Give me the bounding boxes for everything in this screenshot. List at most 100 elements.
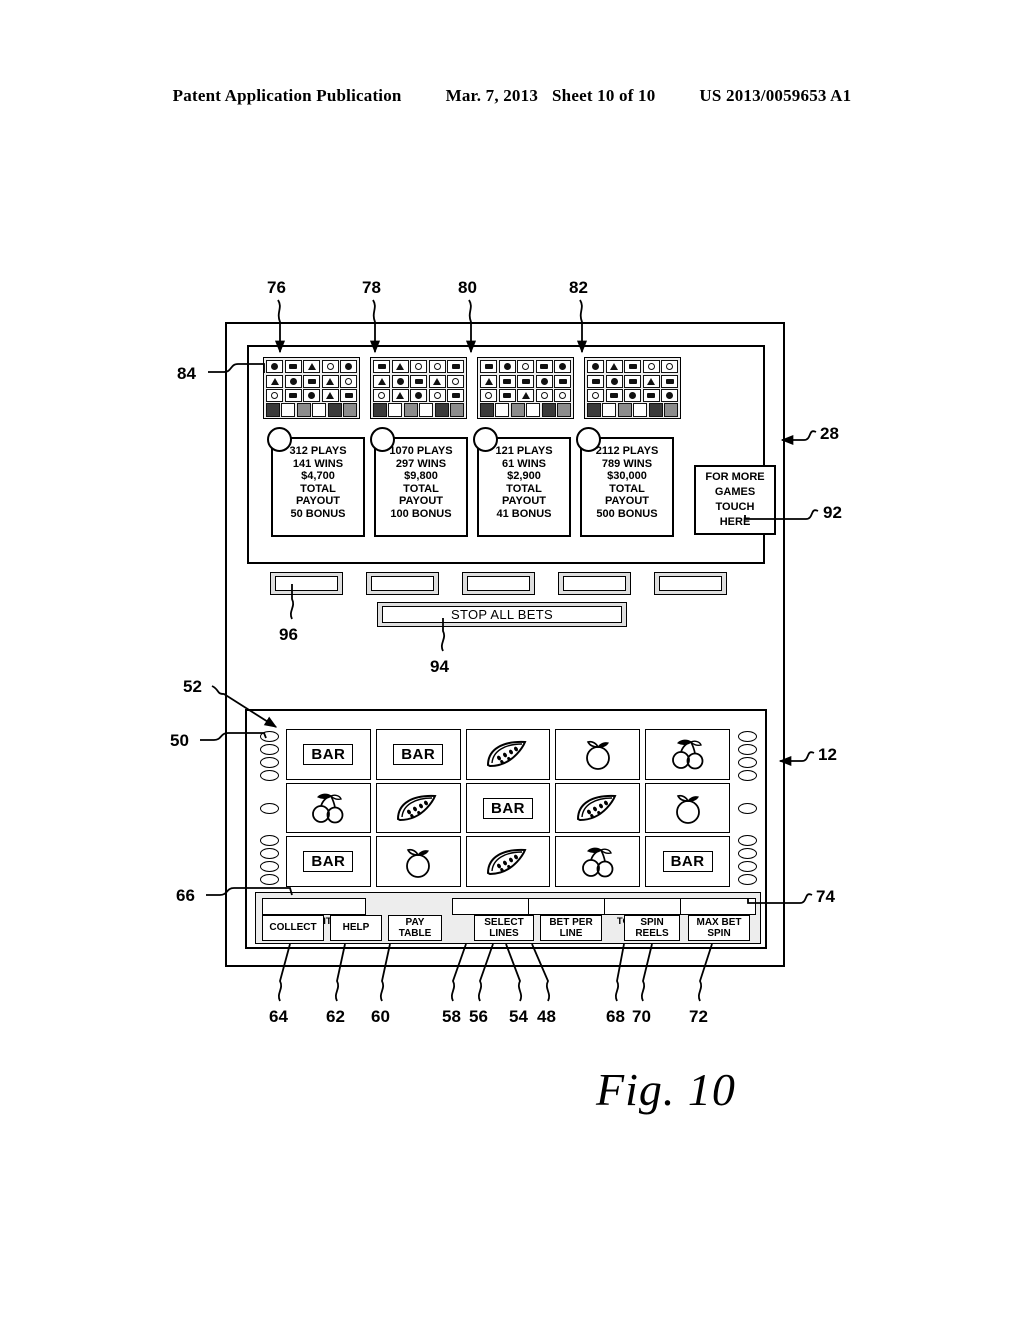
game-thumbnail-82[interactable] xyxy=(584,357,681,419)
ref-64: 64 xyxy=(269,1007,288,1026)
left-lamp-column xyxy=(255,729,283,887)
figure-caption: Fig. 10 xyxy=(596,1064,736,1115)
payline-lamp[interactable] xyxy=(259,744,279,755)
payline-lamp[interactable] xyxy=(259,770,279,781)
ref-94: 94 xyxy=(430,657,449,676)
watermelon-symbol xyxy=(395,793,441,823)
payline-lamp[interactable] xyxy=(259,757,279,768)
stop-all-bets-label: STOP ALL BETS xyxy=(451,607,553,622)
game-select-circle-78[interactable] xyxy=(370,427,395,452)
ref-66: 66 xyxy=(176,886,195,905)
payline-lamp[interactable] xyxy=(259,802,279,814)
stats-payout-word: PAYOUT xyxy=(398,495,443,508)
bar-symbol: BAR xyxy=(393,743,444,765)
reel-cell-5-3[interactable]: BAR xyxy=(645,836,730,888)
payline-lamp[interactable] xyxy=(259,835,279,846)
game-stats-80: 121 PLAYS 61 WINS $2,900 TOTAL PAYOUT 41… xyxy=(473,427,571,537)
reel-cell-3-2[interactable]: BAR xyxy=(465,782,551,834)
reel-cell-1-3[interactable]: BAR xyxy=(286,836,371,888)
bet-button-5[interactable] xyxy=(654,572,727,595)
stats-box-76: 312 PLAYS 141 WINS $4,700 TOTAL PAYOUT 5… xyxy=(271,437,365,537)
reel-cell-5-2[interactable] xyxy=(645,782,730,834)
reel-cell-3-3[interactable] xyxy=(465,836,551,888)
more-games-touch-button[interactable]: FOR MORE GAMES TOUCH HERE xyxy=(694,465,776,535)
payline-lamp[interactable] xyxy=(259,731,279,742)
game-stats-82: 2112 PLAYS 789 WINS $30,000 TOTAL PAYOUT… xyxy=(576,427,674,537)
pay-table-button[interactable]: PAY TABLE xyxy=(388,915,442,941)
stats-bonus: 100 BONUS xyxy=(390,507,452,520)
help-button[interactable]: HELP xyxy=(330,915,382,941)
stats-box-80: 121 PLAYS 61 WINS $2,900 TOTAL PAYOUT 41… xyxy=(477,437,571,537)
ref-54: 54 xyxy=(509,1007,528,1026)
ref-78: 78 xyxy=(362,278,381,297)
stats-payout-word: PAYOUT xyxy=(501,495,546,508)
stats-bonus: 500 BONUS xyxy=(596,507,658,520)
stop-all-bets-button[interactable]: STOP ALL BETS xyxy=(377,602,627,627)
game-select-circle-76[interactable] xyxy=(267,427,292,452)
stats-bonus: 50 BONUS xyxy=(290,507,346,520)
bet-button-3[interactable] xyxy=(462,572,535,595)
bet-button-2[interactable] xyxy=(366,572,439,595)
reel-cell-1-1[interactable]: BAR xyxy=(286,729,371,780)
ref-52: 52 xyxy=(183,677,202,696)
bar-symbol: BAR xyxy=(303,851,354,873)
payline-lamp[interactable] xyxy=(737,757,757,768)
payline-lamp[interactable] xyxy=(737,835,757,846)
payline-lamp[interactable] xyxy=(259,874,279,885)
reel-cell-4-1[interactable] xyxy=(555,729,641,780)
bet-per-line-button[interactable]: BET PER LINE xyxy=(540,915,602,941)
payline-lamp[interactable] xyxy=(737,802,757,814)
reel-cell-4-3[interactable] xyxy=(555,836,641,888)
lamp-group-top xyxy=(259,731,279,781)
reel-cell-2-3[interactable] xyxy=(375,836,461,888)
game-select-circle-80[interactable] xyxy=(473,427,498,452)
payline-lamp[interactable] xyxy=(737,744,757,755)
reel-column-3: BAR xyxy=(465,729,551,888)
bar-symbol: BAR xyxy=(303,743,354,765)
reel-cell-2-2[interactable] xyxy=(375,782,461,834)
credit-meter xyxy=(262,898,366,915)
stats-total-word: TOTAL xyxy=(506,482,542,495)
sheet-number: Sheet 10 of 10 xyxy=(552,86,656,105)
reel-cell-1-2[interactable] xyxy=(286,782,371,834)
ref-62: 62 xyxy=(326,1007,345,1026)
watermelon-symbol xyxy=(485,739,531,769)
bet-button-4[interactable] xyxy=(558,572,631,595)
game-thumbnail-80[interactable] xyxy=(477,357,574,419)
collect-button[interactable]: COLLECT xyxy=(262,915,324,941)
stats-payout-word: PAYOUT xyxy=(295,495,340,508)
select-lines-button[interactable]: SELECT LINES xyxy=(474,915,534,941)
gaming-machine-cabinet: 312 PLAYS 141 WINS $4,700 TOTAL PAYOUT 5… xyxy=(225,322,785,967)
payline-lamp[interactable] xyxy=(259,861,279,872)
payline-lamp[interactable] xyxy=(259,848,279,859)
reel-cell-4-2[interactable] xyxy=(555,782,641,834)
patent-number: US 2013/0059653 A1 xyxy=(699,86,852,105)
payline-lamp[interactable] xyxy=(737,874,757,885)
payline-lamp[interactable] xyxy=(737,861,757,872)
reel-cell-2-1[interactable]: BAR xyxy=(375,729,461,780)
spin-reels-button[interactable]: SPIN REELS xyxy=(624,915,680,941)
reel-column-2: BAR xyxy=(375,729,461,888)
orange-symbol xyxy=(669,792,707,824)
stats-wins: 141 WINS xyxy=(292,457,344,470)
bet-button-row xyxy=(270,572,727,595)
payline-lamp[interactable] xyxy=(737,731,757,742)
bet-button-1[interactable] xyxy=(270,572,343,595)
paid-meter xyxy=(680,898,756,915)
ref-96: 96 xyxy=(279,625,298,644)
game-thumbnail-78[interactable] xyxy=(370,357,467,419)
game-thumbnail-76[interactable] xyxy=(263,357,360,419)
ref-48: 48 xyxy=(537,1007,556,1026)
reel-cell-5-1[interactable] xyxy=(645,729,730,780)
reel-cell-3-1[interactable] xyxy=(465,729,551,780)
payline-lamp[interactable] xyxy=(737,848,757,859)
ref-68: 68 xyxy=(606,1007,625,1026)
max-bet-spin-button[interactable]: MAX BET SPIN xyxy=(688,915,750,941)
total-bet-meter xyxy=(604,898,682,915)
orange-symbol xyxy=(579,738,617,771)
lamp-group-middle xyxy=(737,802,757,814)
stats-bonus: 41 BONUS xyxy=(496,507,552,520)
game-select-circle-82[interactable] xyxy=(576,427,601,452)
payline-lamp[interactable] xyxy=(737,770,757,781)
ref-58: 58 xyxy=(442,1007,461,1026)
